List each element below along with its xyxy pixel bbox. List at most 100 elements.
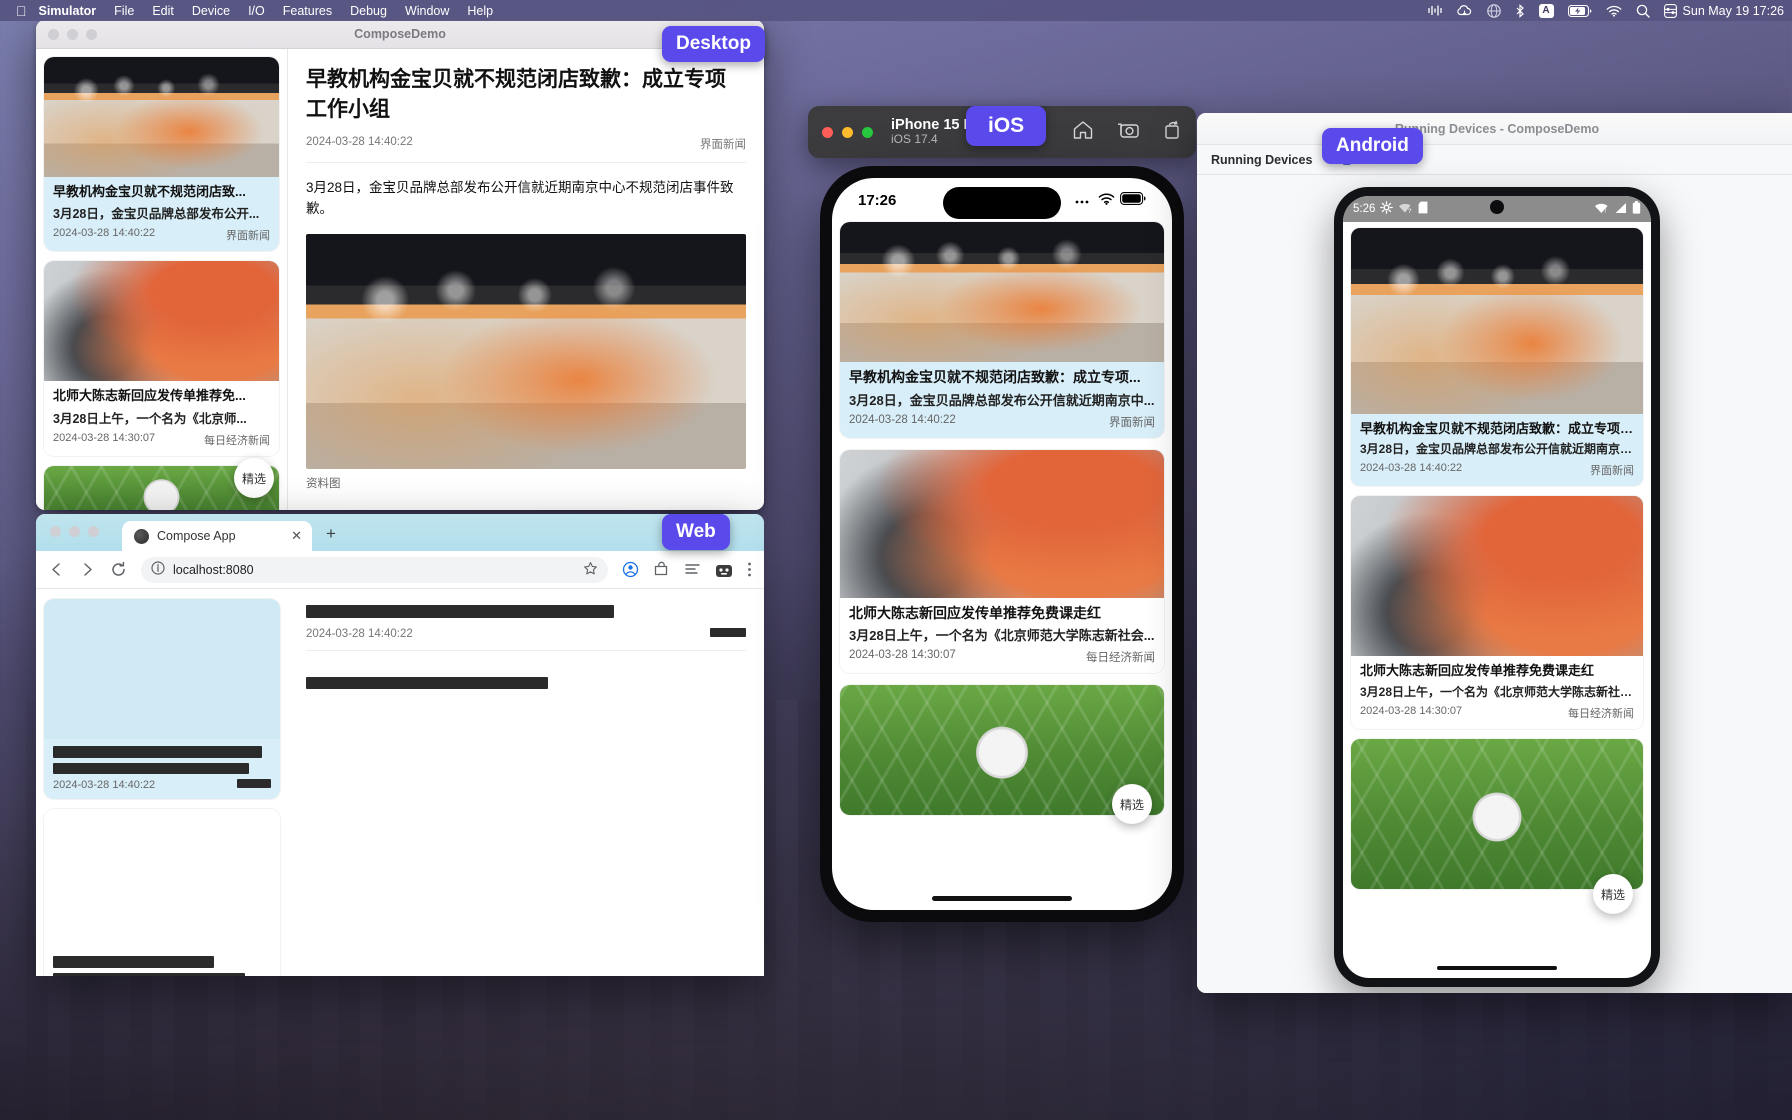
android-tool-tabs: Running Devices Pixel 8 API xyxy=(1197,145,1792,175)
wifi-icon[interactable] xyxy=(1606,5,1622,17)
list-item-title: 早教机构金宝贝就不规范闭店致... xyxy=(53,184,246,199)
featured-fab-button[interactable]: 精选 xyxy=(234,458,274,498)
maximize-button[interactable] xyxy=(88,526,99,537)
web-browser-window[interactable]: Compose App ✕ + localhost:8080 2024-03-2… xyxy=(36,514,764,976)
iphone-screen[interactable]: 17:26 早教机构金宝贝就不规范闭店致歉：成立专项... 3月28日，金宝贝品… xyxy=(832,178,1172,910)
cloud-icon[interactable] xyxy=(1456,4,1473,17)
extensions-icon[interactable] xyxy=(653,561,670,578)
front-camera-punch-hole xyxy=(1490,200,1504,214)
list-item-description: 3月28日，金宝贝品牌总部发布公开信就近期南京中心不... xyxy=(1360,442,1634,457)
maximize-button[interactable] xyxy=(862,126,873,138)
list-item[interactable]: 2024-03-28 14:40:22 xyxy=(44,599,280,799)
web-article-detail: 2024-03-28 14:40:22 xyxy=(288,589,764,976)
list-item[interactable]: 北师大陈志新回应发传单推荐免... 3月28日上午，一个名为《北京师... 20… xyxy=(44,261,279,456)
site-info-icon[interactable] xyxy=(151,561,165,578)
browser-avatar-icon[interactable] xyxy=(715,561,733,579)
list-item[interactable] xyxy=(1351,738,1643,889)
article-title-placeholder xyxy=(306,605,614,618)
list-item[interactable]: 北师大陈志新回应发传单推荐免费课走红 3月28日上午，一个名为《北京师范大学陈志… xyxy=(840,449,1164,673)
dynamic-island xyxy=(943,187,1061,219)
audio-waveform-icon[interactable] xyxy=(1427,4,1442,17)
rotate-icon[interactable] xyxy=(1162,120,1182,145)
list-item-description: 3月28日上午，一个名为《北京师范大学陈志新社会... xyxy=(849,628,1155,643)
article-photo xyxy=(306,234,746,470)
ios-simulator-window[interactable]: iPhone 15 Pro iOS 17.4 17:26 早教机构金宝贝就不规范… xyxy=(808,106,1196,922)
minimize-button[interactable] xyxy=(842,126,853,138)
menu-item-file[interactable]: File xyxy=(114,4,134,18)
pixel-screen[interactable]: 5:26 ? ! 早教机构金宝贝就不规范闭店致歉：成立专项工... 3月28日，… xyxy=(1343,196,1651,978)
list-item-timestamp: 2024-03-28 14:40:22 xyxy=(1360,462,1463,475)
list-item-timestamp: 2024-03-28 14:30:07 xyxy=(849,649,956,661)
close-tab-icon[interactable]: ✕ xyxy=(291,528,302,544)
list-item-source: 每日经济新闻 xyxy=(204,434,270,447)
browser-menu-icon[interactable] xyxy=(747,561,752,578)
globe-icon[interactable] xyxy=(1486,3,1501,18)
close-button[interactable] xyxy=(50,526,61,537)
menu-bar-clock[interactable]: Sun May 19 17:26 xyxy=(1683,4,1784,18)
menu-item-simulator[interactable]: Simulator xyxy=(39,4,97,18)
control-center-icon[interactable] xyxy=(1663,3,1677,18)
menu-item-io[interactable]: I/O xyxy=(248,4,265,18)
browser-toolbar: localhost:8080 xyxy=(36,551,764,589)
bookmark-star-icon[interactable] xyxy=(583,561,598,579)
list-item-description: 3月28日上午，一个名为《北京师... xyxy=(53,411,247,426)
svg-text:?: ? xyxy=(1408,209,1412,214)
bluetooth-icon[interactable] xyxy=(1515,3,1525,18)
article-thumbnail xyxy=(1351,496,1643,657)
close-button[interactable] xyxy=(822,126,833,138)
macos-menu-bar:  Simulator File Edit Device I/O Feature… xyxy=(0,0,1792,21)
input-source-icon[interactable]: A xyxy=(1538,3,1554,18)
list-item-timestamp: 2024-03-28 14:40:22 xyxy=(53,227,156,240)
address-bar[interactable]: localhost:8080 xyxy=(141,556,608,583)
list-item[interactable] xyxy=(44,809,280,976)
menu-item-window[interactable]: Window xyxy=(405,4,449,18)
minimize-button[interactable] xyxy=(69,526,80,537)
article-thumbnail xyxy=(44,57,279,177)
android-studio-window[interactable]: Running Devices - ComposeDemo Running De… xyxy=(1197,113,1792,993)
list-item-description: 3月28日，金宝贝品牌总部发布公开... xyxy=(53,207,260,222)
new-tab-button[interactable]: + xyxy=(326,524,336,544)
menu-item-features[interactable]: Features xyxy=(283,4,332,18)
menu-item-debug[interactable]: Debug xyxy=(350,4,387,18)
menu-item-help[interactable]: Help xyxy=(467,4,493,18)
home-icon[interactable] xyxy=(1072,119,1094,146)
article-body-placeholder xyxy=(306,677,548,689)
badge-web: Web xyxy=(662,514,730,550)
back-icon[interactable] xyxy=(48,561,65,578)
list-item[interactable]: 早教机构金宝贝就不规范闭店致歉：成立专项工... 3月28日，金宝贝品牌总部发布… xyxy=(1351,228,1643,487)
ios-traffic-lights[interactable] xyxy=(822,126,873,138)
list-item[interactable]: 早教机构金宝贝就不规范闭店致... 3月28日，金宝贝品牌总部发布公开... 2… xyxy=(44,57,279,252)
screenshot-icon[interactable] xyxy=(1116,120,1140,145)
web-article-list[interactable]: 2024-03-28 14:40:22 xyxy=(36,589,288,976)
ios-status-time: 17:26 xyxy=(858,191,897,209)
apple-logo-icon[interactable]:  xyxy=(16,4,27,18)
desktop-article-list[interactable]: 早教机构金宝贝就不规范闭店致... 3月28日，金宝贝品牌总部发布公开... 2… xyxy=(36,49,288,510)
reload-icon[interactable] xyxy=(110,561,127,578)
android-window-title: Running Devices - ComposeDemo xyxy=(1197,113,1792,145)
list-item[interactable]: 北师大陈志新回应发传单推荐免费课走红 3月28日上午，一个名为《北京师范大学陈志… xyxy=(1351,496,1643,729)
browser-tab[interactable]: Compose App ✕ xyxy=(122,521,312,551)
pixel-device-frame: 5:26 ? ! 早教机构金宝贝就不规范闭店致歉：成立专项工... 3月28日，… xyxy=(1334,187,1660,987)
search-icon[interactable] xyxy=(1636,4,1650,18)
desktop-app-window[interactable]: ComposeDemo 早教机构金宝贝就不规范闭店致... 3月28日，金宝贝品… xyxy=(36,20,764,510)
android-article-list[interactable]: 早教机构金宝贝就不规范闭店致歉：成立专项工... 3月28日，金宝贝品牌总部发布… xyxy=(1343,222,1651,905)
battery-charging-icon[interactable] xyxy=(1567,4,1592,17)
menu-item-edit[interactable]: Edit xyxy=(152,4,174,18)
list-item-title-placeholder xyxy=(53,956,215,968)
featured-fab-button[interactable]: 精选 xyxy=(1593,874,1633,914)
ios-article-list[interactable]: 早教机构金宝贝就不规范闭店致歉：成立专项... 3月28日，金宝贝品牌总部发布公… xyxy=(832,222,1172,815)
featured-fab-button[interactable]: 精选 xyxy=(1112,784,1152,824)
forward-icon[interactable] xyxy=(79,561,96,578)
browser-tab-strip: Compose App ✕ + xyxy=(36,514,764,551)
tab-running-devices[interactable]: Running Devices xyxy=(1211,153,1312,167)
list-item-source-placeholder xyxy=(237,779,271,788)
list-item[interactable]: 早教机构金宝贝就不规范闭店致歉：成立专项... 3月28日，金宝贝品牌总部发布公… xyxy=(840,222,1164,438)
article-title: 早教机构金宝贝就不规范闭店致歉：成立专项工作小组 xyxy=(306,68,726,122)
web-app-content: 2024-03-28 14:40:22 2024-03-28 14:40:22 xyxy=(36,589,764,976)
profile-icon[interactable] xyxy=(622,561,639,578)
reading-list-icon[interactable] xyxy=(684,561,701,578)
menu-item-device[interactable]: Device xyxy=(192,4,230,18)
article-source-placeholder xyxy=(710,628,746,637)
browser-traffic-lights[interactable] xyxy=(50,526,99,537)
android-status-bar: 5:26 ? ! xyxy=(1343,196,1651,222)
